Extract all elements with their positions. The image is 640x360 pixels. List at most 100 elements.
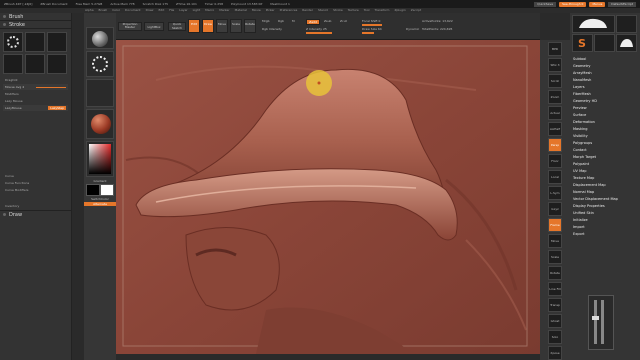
shelf-solo-button[interactable]: Solo bbox=[548, 330, 562, 344]
rotate-button[interactable]: Rotate bbox=[244, 19, 256, 33]
secondary-color-swatch[interactable] bbox=[100, 184, 114, 196]
lightbox-button[interactable]: LightBox bbox=[144, 22, 164, 31]
subpalette-layers[interactable]: Layers bbox=[573, 84, 640, 91]
subpalette-nanomesh[interactable]: NanoMesh bbox=[573, 77, 640, 84]
shelf-actual-button[interactable]: Actual bbox=[548, 106, 562, 120]
shelf-frame-button[interactable]: Frame bbox=[548, 218, 562, 232]
menus-button[interactable]: Menus bbox=[589, 1, 606, 7]
focal-shift-slider[interactable]: Focal Shift 0 bbox=[362, 19, 380, 23]
shelf-gxyz-button[interactable]: Gxyz bbox=[548, 202, 562, 216]
color-picker[interactable] bbox=[86, 141, 114, 177]
subpalette-normal-map[interactable]: Normal Map bbox=[573, 189, 640, 196]
zsub-toggle[interactable]: Zsub bbox=[324, 19, 331, 23]
subpalette-contact[interactable]: Contact bbox=[573, 147, 640, 154]
canvas-viewport[interactable] bbox=[116, 40, 540, 354]
subpalette-vector-displacement-map[interactable]: Vector Displacement Map bbox=[573, 196, 640, 203]
zcut-toggle[interactable]: Zcut bbox=[340, 19, 347, 23]
current-tool-thumbnail[interactable] bbox=[572, 15, 615, 33]
color-square[interactable] bbox=[89, 144, 111, 174]
subpalette-surface[interactable]: Surface bbox=[573, 112, 640, 119]
subpalette-texture-map[interactable]: Texture Map bbox=[573, 175, 640, 182]
quick-sketch-button[interactable]: Quick Sketch bbox=[168, 22, 186, 31]
subpalette-polygroups[interactable]: Polygroups bbox=[573, 140, 640, 147]
tool-slot-6[interactable] bbox=[616, 34, 637, 52]
subpalette-masking[interactable]: Masking bbox=[573, 126, 640, 133]
curve-subpalette[interactable]: Curve bbox=[3, 173, 68, 179]
stroke-palette-header[interactable]: Stroke bbox=[0, 21, 71, 29]
draw-size-slider[interactable]: Draw Size 64 bbox=[362, 27, 382, 31]
shelf-bpr-button[interactable]: BPR bbox=[548, 42, 562, 56]
zadd-toggle[interactable]: Zadd bbox=[306, 19, 320, 25]
rgb-intensity-slider[interactable]: Rgb Intensity bbox=[262, 27, 282, 31]
quicksave-button[interactable]: QuickSave bbox=[534, 1, 557, 7]
lazy-mouse-toggle[interactable]: LazyMouse bbox=[5, 106, 22, 110]
shelf-xpose-button[interactable]: Xpose bbox=[548, 346, 562, 360]
inventory-subpalette[interactable]: Inventory bbox=[3, 203, 68, 209]
draw-palette-header[interactable]: Draw bbox=[0, 210, 71, 218]
stroke-dots-tile[interactable] bbox=[3, 32, 23, 52]
subpalette-uv-map[interactable]: UV Map bbox=[573, 168, 640, 175]
scroll-handle[interactable] bbox=[592, 316, 599, 320]
lazy-step-slider[interactable]: LazyStep bbox=[48, 106, 66, 110]
scroll-widget[interactable] bbox=[588, 295, 614, 350]
shelf-aahalf-button[interactable]: AAHalf bbox=[548, 122, 562, 136]
projection-master-button[interactable]: Projection Master bbox=[118, 22, 142, 31]
gradient-label[interactable]: Gradient bbox=[84, 179, 116, 183]
mrgb-toggle[interactable]: Mrgb bbox=[262, 19, 270, 23]
modifiers-subpalette[interactable]: Modifiers bbox=[3, 91, 68, 97]
stroke-spray-tile[interactable] bbox=[47, 32, 67, 52]
shelf-spix-3-button[interactable]: SPix 3 bbox=[548, 58, 562, 72]
subpalette-displacement-map[interactable]: Displacement Map bbox=[573, 182, 640, 189]
shelf-transp-button[interactable]: Transp bbox=[548, 298, 562, 312]
shelf-line-fill-button[interactable]: Line Fill bbox=[548, 282, 562, 296]
subpalette-initialize[interactable]: Initialize bbox=[573, 217, 640, 224]
shelf-scroll-button[interactable]: Scroll bbox=[548, 74, 562, 88]
subpalette-subtool[interactable]: Subtool bbox=[573, 56, 640, 63]
lazy-mouse-subpalette[interactable]: Lazy Mouse bbox=[3, 98, 68, 104]
subpalette-display-properties[interactable]: Display Properties bbox=[573, 203, 640, 210]
tool-slot-2[interactable] bbox=[616, 15, 637, 33]
dynamic-toggle[interactable]: Dynamic bbox=[406, 27, 419, 31]
subpalette-geometry[interactable]: Geometry bbox=[573, 63, 640, 70]
shelf-move-button[interactable]: Move bbox=[548, 234, 562, 248]
subpalette-deformation[interactable]: Deformation bbox=[573, 119, 640, 126]
subpalette-fibermesh[interactable]: FiberMesh bbox=[573, 91, 640, 98]
curve-functions-subpalette[interactable]: Curve Functions bbox=[3, 180, 68, 186]
stroke-colorspray-tile[interactable] bbox=[47, 54, 67, 74]
mouse-avg-slider[interactable]: Mouse Avg 4 bbox=[3, 84, 68, 90]
default-zscript-button[interactable]: DefaultZScript bbox=[608, 1, 636, 7]
subpalette-import[interactable]: Import bbox=[573, 224, 640, 231]
curve-modifiers-subpalette[interactable]: Curve Modifiers bbox=[3, 187, 68, 193]
draw-button[interactable]: Draw bbox=[202, 19, 214, 33]
shelf-ghost-button[interactable]: Ghost bbox=[548, 314, 562, 328]
subpalette-visibility[interactable]: Visibility bbox=[573, 133, 640, 140]
stroke-dragrect-tile[interactable] bbox=[3, 54, 23, 74]
alternate-button[interactable]: Alternate bbox=[84, 202, 116, 206]
scale-button[interactable]: Scale bbox=[230, 19, 242, 33]
eraser-tool[interactable] bbox=[594, 34, 615, 52]
material-sphere-preview[interactable] bbox=[86, 27, 114, 49]
shelf-local-button[interactable]: Local bbox=[548, 170, 562, 184]
shelf-scale-button[interactable]: Scale bbox=[548, 250, 562, 264]
subpalette-geometry-hd[interactable]: Geometry HD bbox=[573, 98, 640, 105]
brush-palette-header[interactable]: Brush bbox=[0, 13, 71, 21]
stroke-preview[interactable] bbox=[86, 51, 114, 77]
rgb-toggle[interactable]: Rgb bbox=[278, 19, 284, 23]
alpha-preview[interactable] bbox=[86, 79, 114, 107]
edit-button[interactable]: Edit bbox=[188, 19, 200, 33]
subpalette-arraymesh[interactable]: ArrayMesh bbox=[573, 70, 640, 77]
shelf-l-sym-button[interactable]: L.Sym bbox=[548, 186, 562, 200]
subpalette-polypaint[interactable]: Polypaint bbox=[573, 161, 640, 168]
subpalette-unified-skin[interactable]: Unified Skin bbox=[573, 210, 640, 217]
move-button[interactable]: Move bbox=[216, 19, 228, 33]
shelf-persp-button[interactable]: Persp bbox=[548, 138, 562, 152]
z-intensity-slider[interactable]: Z Intensity 25 bbox=[306, 27, 327, 31]
material-preview[interactable] bbox=[86, 109, 114, 139]
subpalette-preview[interactable]: Preview bbox=[573, 105, 640, 112]
stroke-freehand-tile[interactable] bbox=[25, 32, 45, 52]
shelf-rotate-button[interactable]: Rotate bbox=[548, 266, 562, 280]
subpalette-export[interactable]: Export bbox=[573, 231, 640, 238]
shelf-zoom-button[interactable]: Zoom bbox=[548, 90, 562, 104]
switch-color-button[interactable]: SwitchColor bbox=[84, 197, 116, 201]
subpalette-morph-target[interactable]: Morph Target bbox=[573, 154, 640, 161]
